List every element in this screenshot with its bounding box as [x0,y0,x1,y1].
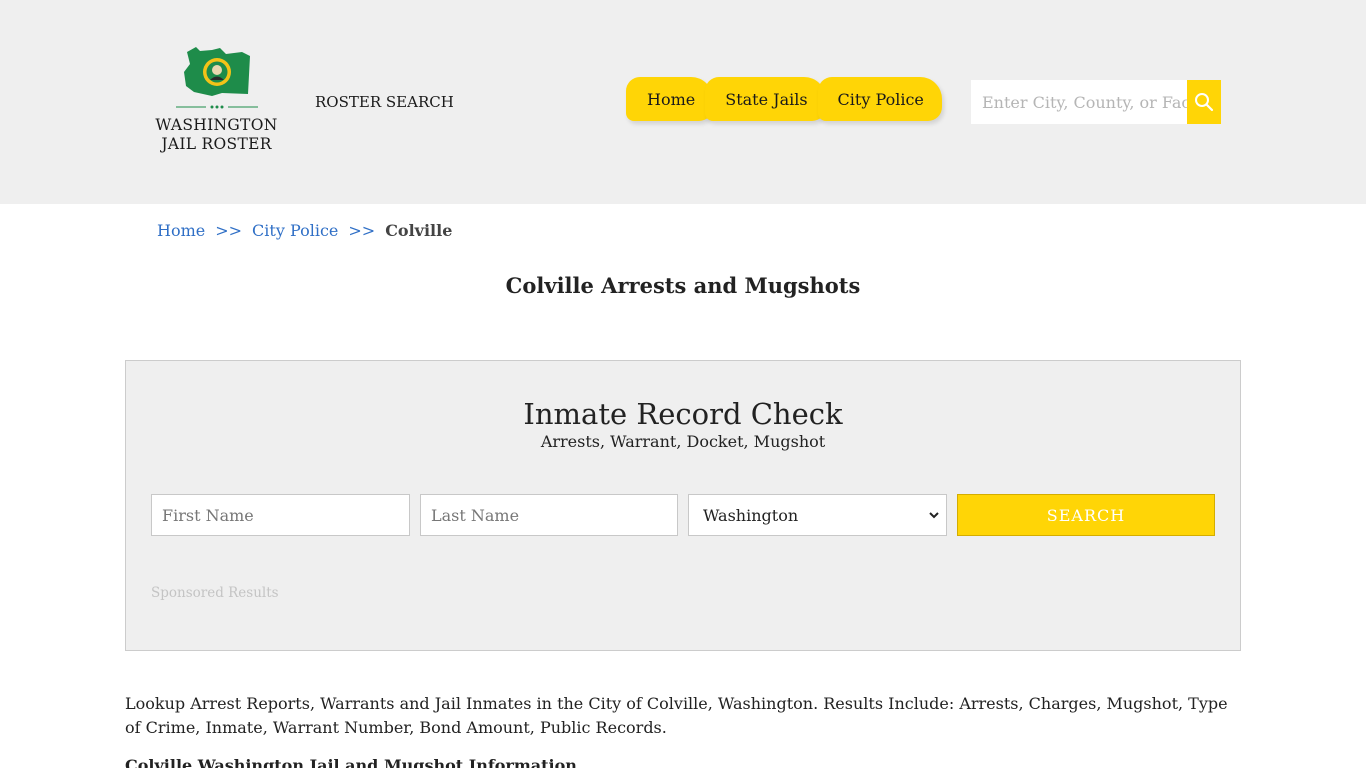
breadcrumb: Home >> City Police >> Colville [157,221,452,240]
washington-flag-icon [184,47,250,96]
site-search-button[interactable] [1187,80,1221,124]
site-logo[interactable]: WASHINGTON JAIL ROSTER [150,46,285,158]
panel-title: Inmate Record Check [523,397,843,431]
site-header: WASHINGTON JAIL ROSTER ROSTER SEARCH Hom… [0,0,1366,204]
divider-ornament-icon [176,105,258,109]
section-subheading: Colville Washington Jail and Mugshot Inf… [125,756,577,768]
site-search-input[interactable] [971,80,1187,124]
breadcrumb-city-police[interactable]: City Police [252,221,338,240]
nav-home[interactable]: Home [626,77,714,121]
description-text: Lookup Arrest Reports, Warrants and Jail… [125,694,1228,737]
logo-line-2: JAIL ROSTER [161,135,272,153]
breadcrumb-separator: >> [215,221,243,240]
inmate-record-check-panel: Inmate Record Check Arrests, Warrant, Do… [125,360,1241,651]
breadcrumb-current: Colville [385,221,453,240]
sponsored-results-label: Sponsored Results [151,585,279,601]
breadcrumb-separator: >> [348,221,376,240]
logo-text: WASHINGTON JAIL ROSTER [150,116,283,154]
panel-subtitle: Arrests, Warrant, Docket, Mugshot [540,432,826,451]
page-title: Colville Arrests and Mugshots [505,273,861,298]
nav-city-police[interactable]: City Police [817,77,942,121]
first-name-input[interactable] [151,494,410,536]
search-icon [1195,93,1214,112]
state-select[interactable]: Washington [688,494,947,536]
chevron-down-icon [929,512,939,519]
last-name-input[interactable] [420,494,678,536]
breadcrumb-home[interactable]: Home [157,221,205,240]
state-select-value: Washington [703,505,799,525]
site-search [971,80,1221,124]
logo-line-1: WASHINGTON [155,116,278,134]
nav-state-jails[interactable]: State Jails [705,77,826,121]
search-button[interactable]: SEARCH [957,494,1215,536]
roster-search-link[interactable]: ROSTER SEARCH [315,93,454,111]
main-nav: Home State Jails City Police [626,77,942,121]
